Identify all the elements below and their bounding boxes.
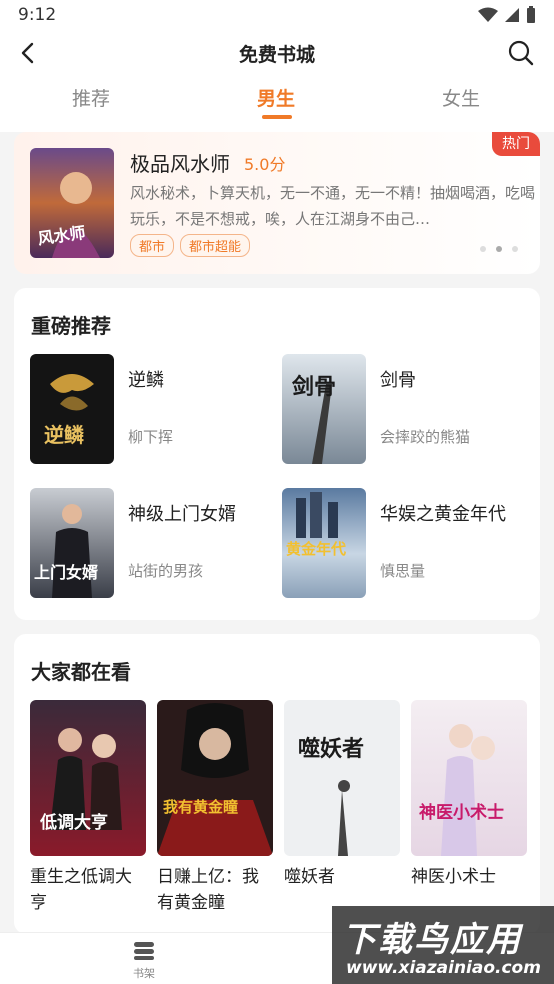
top-bar: 免费书城 [0, 30, 554, 78]
tab-male[interactable]: 男生 [257, 84, 295, 111]
hot-book-title: 极品风水师 [130, 152, 230, 176]
active-tab-indicator [262, 115, 292, 119]
svg-text:我有黄金瞳: 我有黄金瞳 [163, 798, 238, 816]
book-name: 神医小术士 [411, 867, 496, 887]
popular-book-item[interactable]: 神医小术士 神医小术士 [411, 700, 527, 890]
featured-book-item[interactable]: 黄金年代 华娱之黄金年代 慎思量 [282, 488, 532, 598]
book-name: 剑骨 [380, 370, 416, 391]
book-name: 噬妖者 [284, 867, 335, 887]
tag-chip[interactable]: 都市 [130, 234, 175, 257]
popular-section-title: 大家都在看 [31, 660, 131, 684]
svg-text:黄金年代: 黄金年代 [286, 540, 346, 558]
carousel-dot [480, 246, 486, 252]
svg-text:低调大亨: 低调大亨 [39, 812, 108, 833]
tag-chip[interactable]: 都市超能 [180, 234, 251, 257]
book-cover[interactable]: 我有黄金瞳 [157, 700, 273, 856]
carousel-dot-active [496, 246, 502, 252]
popular-book-item[interactable]: 我有黄金瞳 日赚上亿：我有黄金瞳 [157, 700, 273, 916]
popular-book-item[interactable]: 噬妖者 噬妖者 [284, 700, 400, 890]
watermark-overlay: 下载鸟应用 www.xiazainiao.com [332, 906, 554, 984]
book-author: 会摔跤的熊猫 [380, 428, 471, 446]
svg-text:噬妖者: 噬妖者 [298, 736, 364, 762]
search-icon[interactable] [506, 38, 536, 68]
book-name: 重生之低调大亨 [30, 867, 132, 913]
hot-book-score: 5.0分 [244, 155, 286, 174]
header-divider [0, 122, 554, 132]
hot-book-tags: 都市 都市超能 [130, 234, 251, 257]
status-bar: 9:12 [0, 0, 554, 30]
status-time: 9:12 [18, 5, 57, 25]
hot-book-cover[interactable]: 风水师 [30, 148, 114, 258]
book-cover[interactable]: 逆鳞 [30, 354, 114, 464]
svg-text:剑骨: 剑骨 [291, 374, 336, 400]
signal-icon [505, 8, 519, 22]
featured-book-item[interactable]: 剑骨 剑骨 会摔跤的熊猫 [282, 354, 532, 464]
popular-section: 大家都在看 低调大亨 重生之低调大亨 我有黄金瞳 日赚上亿：我有黄金瞳 噬妖者 … [14, 634, 540, 934]
book-cover[interactable]: 剑骨 [282, 354, 366, 464]
book-name: 日赚上亿：我有黄金瞳 [157, 867, 259, 913]
carousel-dot [512, 246, 518, 252]
category-tabs: 推荐 男生 女生 [0, 78, 554, 122]
svg-text:神医小术士: 神医小术士 [419, 802, 504, 823]
book-author: 站街的男孩 [128, 562, 204, 580]
page-title: 免费书城 [238, 44, 315, 66]
book-author: 柳下挥 [128, 428, 174, 446]
tab-recommend[interactable]: 推荐 [72, 84, 110, 111]
svg-text:上门女婿: 上门女婿 [34, 563, 98, 582]
featured-book-item[interactable]: 上门女婿 神级上门女婿 站街的男孩 [30, 488, 280, 598]
featured-section: 重磅推荐 逆鳞 逆鳞 柳下挥 剑骨 剑骨 会摔跤的熊猫 上门女婿 神级上门女婿 … [14, 288, 540, 620]
tab-female[interactable]: 女生 [442, 84, 480, 111]
popular-book-item[interactable]: 低调大亨 重生之低调大亨 [30, 700, 146, 916]
hot-book-card[interactable]: 热门 风水师 极品风水师 5.0分 风水秘术，卜算天机，无一不通，无一不精！抽烟… [14, 132, 540, 274]
bookshelf-icon [134, 942, 154, 960]
watermark-title: 下载鸟应用 [342, 920, 522, 960]
hot-book-description: 风水秘术，卜算天机，无一不通，无一不精！抽烟喝酒，吃喝玩乐，不是不想戒，唉，人在… [130, 184, 536, 228]
book-cover[interactable]: 上门女婿 [30, 488, 114, 598]
featured-section-title: 重磅推荐 [31, 314, 111, 338]
book-cover[interactable]: 噬妖者 [284, 700, 400, 856]
book-name: 逆鳞 [128, 370, 164, 391]
carousel-indicator [480, 246, 518, 252]
book-author: 慎思量 [380, 562, 426, 580]
watermark-url: www.xiazainiao.com [346, 958, 541, 978]
book-cover[interactable]: 神医小术士 [411, 700, 527, 856]
nav-bookshelf[interactable]: 书架 [126, 941, 162, 981]
status-icons [478, 6, 536, 24]
book-cover[interactable]: 低调大亨 [30, 700, 146, 856]
nav-bookshelf-label: 书架 [133, 967, 155, 980]
featured-book-item[interactable]: 逆鳞 逆鳞 柳下挥 [30, 354, 280, 464]
wifi-icon [478, 7, 498, 22]
book-name: 神级上门女婿 [128, 504, 236, 525]
book-cover[interactable]: 黄金年代 [282, 488, 366, 598]
hot-badge: 热门 [492, 132, 540, 156]
battery-icon [527, 6, 535, 23]
book-name: 华娱之黄金年代 [380, 504, 506, 525]
svg-text:逆鳞: 逆鳞 [44, 423, 85, 447]
